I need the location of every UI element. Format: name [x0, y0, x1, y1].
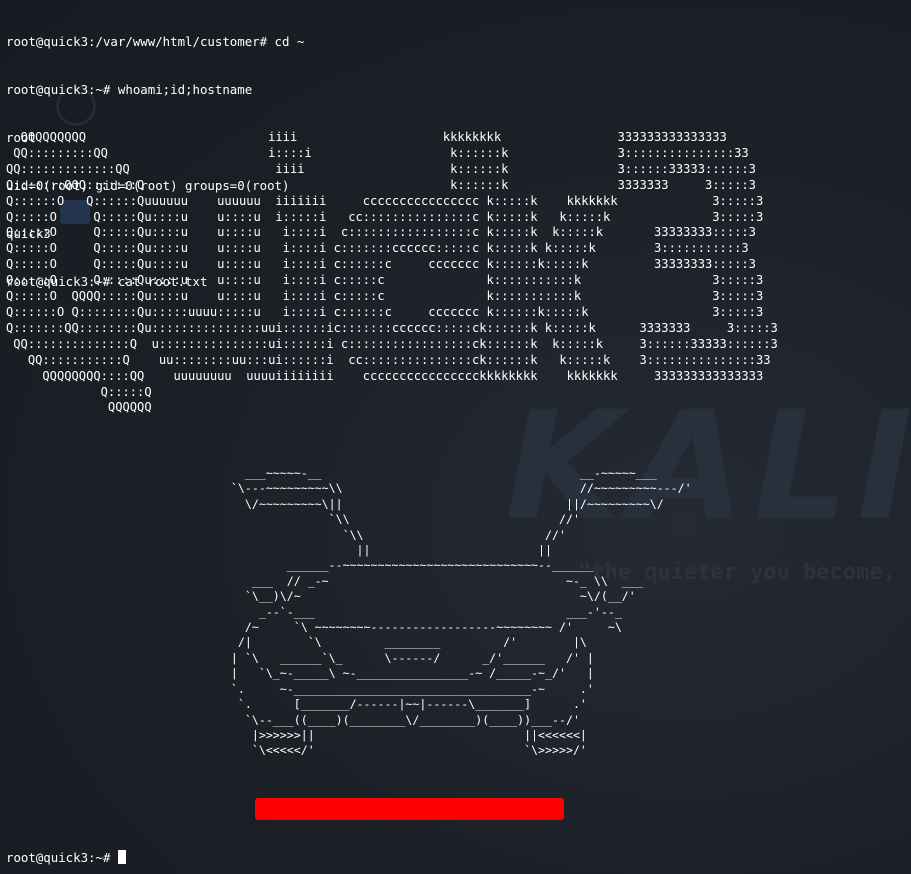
- quick3-ascii-banner: QQQQQQQQQ iiii kkkkkkkk 333333333333333 …: [6, 130, 778, 415]
- car-ascii-art: ___~~~~~-__ __-~~~~~___ `\---~~~~~~~~~\\…: [230, 466, 692, 758]
- shell-prompt[interactable]: root@quick3:~#: [6, 850, 126, 866]
- text-cursor: [117, 850, 126, 864]
- prompt-text: root@quick3:~#: [6, 850, 118, 865]
- terminal-line: root@quick3:~# whoami;id;hostname: [6, 82, 253, 97]
- terminal-line: root@quick3:/var/www/html/customer# cd ~: [6, 34, 305, 49]
- terminal-window[interactable]: KALI "the quieter you become, root@quick…: [0, 0, 911, 874]
- red-banner-bar: [255, 798, 564, 820]
